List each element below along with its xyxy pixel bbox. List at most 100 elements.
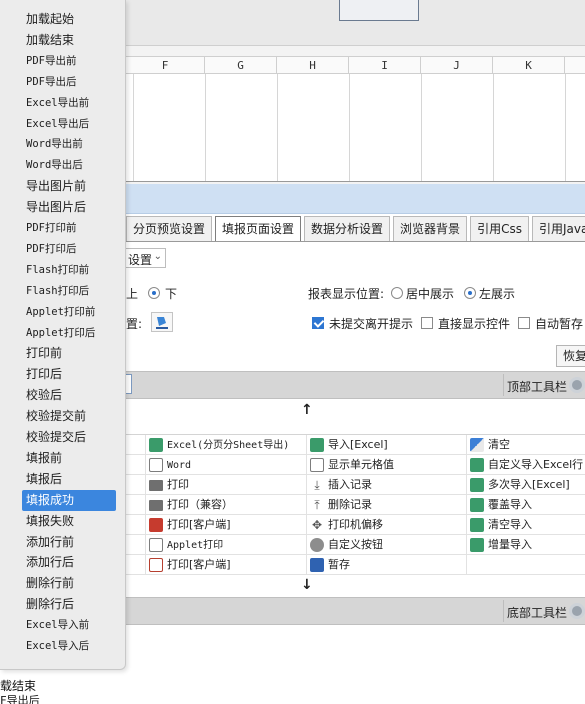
sheet-cells[interactable] (126, 74, 585, 182)
toolbar-item-label: 覆盖导入 (488, 498, 532, 511)
event-item[interactable]: 加载结束 (22, 30, 116, 51)
toolbar-item[interactable]: 暂存 (307, 555, 467, 575)
toolbar-item[interactable]: Excel(分页分Sheet导出) (146, 435, 307, 455)
insert-record-icon: ⤓ (314, 478, 320, 492)
event-item[interactable]: 打印前 (22, 343, 116, 364)
toolbar-item-label: 暂存 (328, 558, 350, 571)
event-item[interactable]: 删除行前 (22, 573, 116, 594)
tab-2[interactable]: 数据分析设置 (304, 216, 391, 241)
toolbar-item[interactable]: 自定义导入Excel行 (467, 455, 585, 475)
toolbar-item[interactable]: Word (146, 455, 307, 475)
toolbar-item[interactable]: 多次导入[Excel] (467, 475, 585, 495)
event-item[interactable]: Excel导入前 (22, 615, 116, 636)
event-item[interactable]: 填报失败 (22, 511, 116, 532)
toolbar-item[interactable]: 打印 (146, 475, 307, 495)
toolbar-item[interactable]: 覆盖导入 (467, 495, 585, 515)
multi-import-icon (470, 478, 484, 492)
toolbar-row: 打印 ⤓ 插入记录 多次导入[Excel] (126, 475, 585, 495)
event-item[interactable]: 填报前 (22, 448, 116, 469)
toolbar-item-label: 插入记录 (328, 478, 372, 491)
toolbar-item[interactable]: Applet打印 (146, 535, 307, 555)
toolbar-item[interactable]: 显示单元格值 (307, 455, 467, 475)
auto-save-checkbox[interactable] (518, 317, 530, 329)
direct-show-label: 直接显示控件 (438, 317, 511, 331)
event-item[interactable]: 打印后 (22, 364, 116, 385)
column-header-j[interactable]: J (421, 57, 493, 74)
column-header-i[interactable]: I (349, 57, 421, 74)
toolbar-item[interactable]: ⤓ 插入记录 (307, 475, 467, 495)
center-display-radio[interactable] (391, 287, 403, 299)
event-item[interactable]: PDF打印前 (22, 218, 116, 239)
toolbar-item[interactable]: 清空 (467, 435, 585, 455)
paint-bucket-icon[interactable] (151, 312, 173, 332)
auto-save-label: 自动暂存 (535, 317, 584, 331)
event-item[interactable]: 导出图片前 (22, 176, 116, 197)
event-item[interactable]: 导出图片后 (22, 197, 116, 218)
dropdown-value: 设置 (128, 253, 153, 267)
event-item[interactable]: Flash打印前 (22, 260, 116, 281)
tab-4[interactable]: 引用Css (470, 216, 529, 241)
toolbar-item[interactable]: 打印[客户端] (146, 555, 307, 575)
toolbar-item[interactable]: 打印[客户端] (146, 515, 307, 535)
toolbar-item[interactable]: 清空导入 (467, 515, 585, 535)
event-item[interactable]: 删除行后 (22, 594, 116, 615)
event-item[interactable]: 校验提交后 (22, 427, 116, 448)
event-item[interactable]: Excel导出后 (22, 114, 116, 135)
event-item[interactable]: 添加行前 (22, 532, 116, 553)
event-item[interactable]: Flash打印后 (22, 281, 116, 302)
settings-dropdown[interactable]: 设置 ⌄ (126, 248, 166, 268)
event-item[interactable]: PDF导出前 (22, 51, 116, 72)
toolbar-item[interactable]: 自定义按钮 (307, 535, 467, 555)
toolbar-item[interactable]: ✥ 打印机偏移 (307, 515, 467, 535)
column-header-g[interactable]: G (205, 57, 277, 74)
event-item[interactable]: Excel导出前 (22, 93, 116, 114)
event-item[interactable]: Word导出前 (22, 134, 116, 155)
event-item[interactable]: Excel导入后 (22, 636, 116, 657)
event-item[interactable]: 校验提交前 (22, 406, 116, 427)
left-display-radio[interactable] (464, 287, 476, 299)
move-down-arrow-icon[interactable]: ↓ (301, 577, 313, 593)
column-gridline (205, 74, 206, 181)
toolbar-item-label: 清空 (488, 438, 510, 451)
event-item[interactable]: Word导出后 (22, 155, 116, 176)
pdf-print-icon (149, 558, 163, 572)
toolbar-item-label: 打印（兼容） (167, 498, 233, 511)
toolbar-row: Excel(分页分Sheet导出) 导入[Excel] 清空 (126, 435, 585, 455)
center-display-label: 居中展示 (406, 287, 455, 301)
event-item[interactable]: Applet打印前 (22, 302, 116, 323)
column-header-h[interactable]: H (277, 57, 349, 74)
restore-button[interactable]: 恢复 (556, 345, 585, 367)
column-header-f[interactable]: F (126, 57, 205, 74)
tab-1[interactable]: 填报页面设置 (215, 216, 302, 242)
applet-print-icon (149, 538, 163, 552)
event-item[interactable]: 校验后 (22, 385, 116, 406)
toolbar-item[interactable]: 导入[Excel] (307, 435, 467, 455)
gear-icon[interactable] (569, 377, 585, 393)
printer-offset-icon: ✥ (311, 518, 323, 532)
column-gridline (277, 74, 278, 181)
position-down-radio[interactable] (148, 287, 160, 299)
bar-handle (126, 374, 132, 394)
event-item[interactable]: Applet打印后 (22, 323, 116, 344)
gear-icon[interactable] (569, 603, 585, 619)
toolbar-item[interactable]: 增量导入 (467, 535, 585, 555)
event-item[interactable]: 加载起始 (22, 9, 116, 30)
position-up-label: 上 (126, 287, 139, 301)
tab-5[interactable]: 引用JavaSc (531, 216, 585, 241)
event-item[interactable]: 添加行后 (22, 552, 116, 573)
event-item[interactable]: 填报成功 (22, 489, 116, 511)
toolbar-item[interactable]: ⤒ 删除记录 (307, 495, 467, 515)
move-up-arrow-icon[interactable]: ↑ (301, 402, 313, 418)
toolbar-item-label: Excel(分页分Sheet导出) (167, 440, 290, 451)
column-header-k[interactable]: K (493, 57, 565, 74)
event-item[interactable]: PDF打印后 (22, 239, 116, 260)
unsubmitted-leave-checkbox[interactable] (312, 317, 324, 329)
toolbar-item-label: Applet打印 (167, 540, 224, 551)
tab-0[interactable]: 分页预览设置 (126, 216, 213, 241)
direct-show-checkbox[interactable] (421, 317, 433, 329)
toolbar-item[interactable]: 打印（兼容） (146, 495, 307, 515)
event-item[interactable]: 填报后 (22, 469, 116, 490)
delete-record-icon: ⤒ (314, 498, 320, 512)
tab-3[interactable]: 浏览器背景 (393, 216, 468, 241)
event-item[interactable]: PDF导出后 (22, 72, 116, 93)
